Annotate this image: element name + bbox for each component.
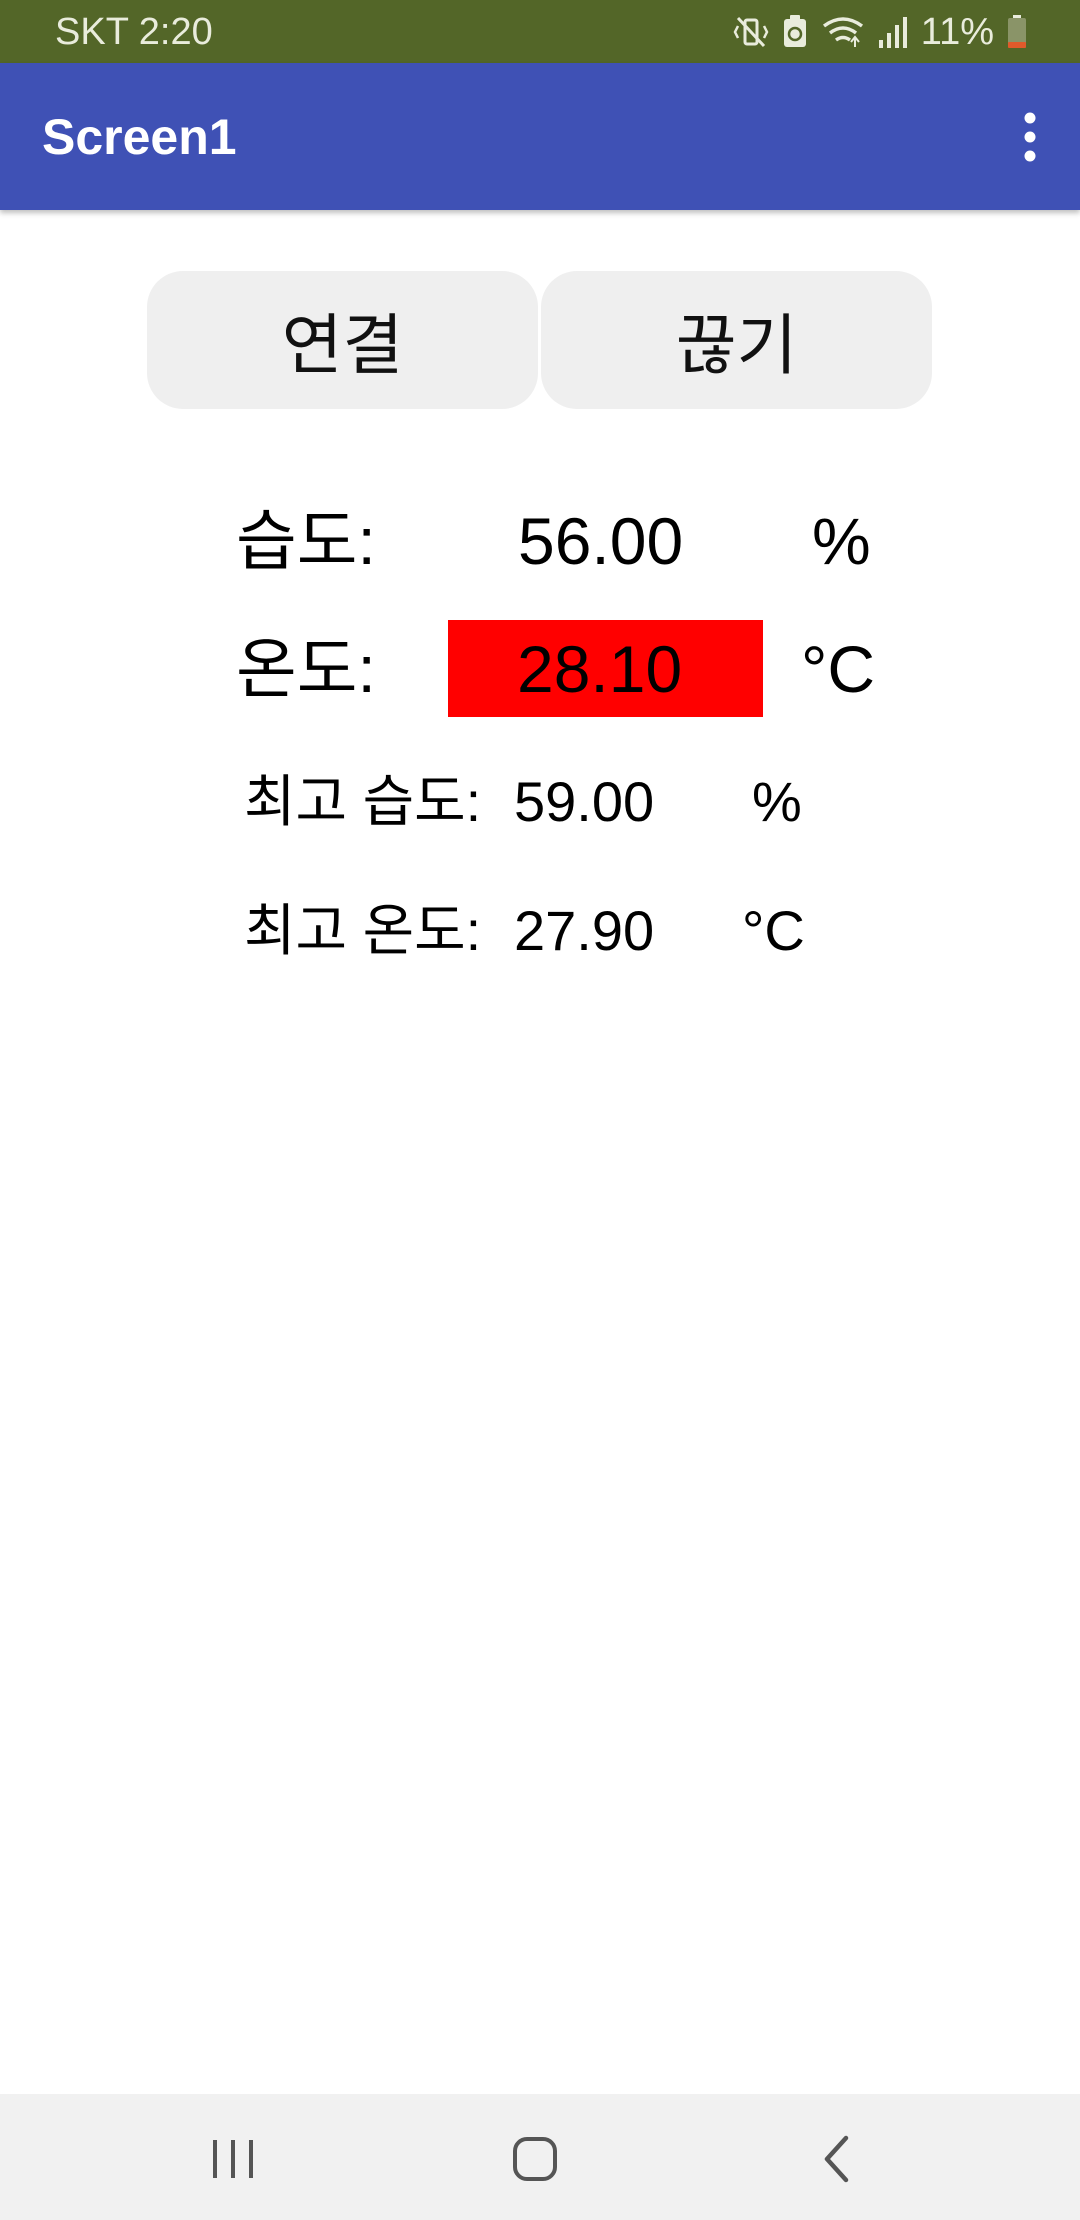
max-temperature-unit: °C — [742, 899, 805, 962]
battery-percent: 11% — [920, 11, 994, 53]
recents-icon[interactable] — [198, 2124, 268, 2194]
battery-icon — [1006, 14, 1028, 50]
max-humidity-value: 59.00 — [514, 770, 655, 833]
wifi-icon — [821, 14, 865, 50]
overflow-menu-icon[interactable] — [1010, 109, 1050, 165]
connect-button[interactable]: 연결 — [147, 271, 538, 409]
carrier-time: SKT 2:20 — [55, 11, 213, 53]
humidity-value: 56.00 — [518, 504, 684, 578]
temperature-unit: °C — [801, 632, 876, 706]
max-temperature-value: 27.90 — [514, 899, 655, 962]
max-humidity-unit: % — [752, 770, 802, 833]
back-icon[interactable] — [802, 2124, 872, 2194]
temperature-value: 28.10 — [517, 632, 683, 706]
max-humidity-label: 최고 습도: — [244, 770, 482, 833]
humidity-unit: % — [812, 504, 871, 578]
home-icon[interactable] — [500, 2124, 570, 2194]
disconnect-button[interactable]: 끊기 — [541, 271, 932, 409]
max-temperature-label: 최고 온도: — [244, 899, 482, 962]
navigation-bar — [0, 2094, 1080, 2220]
battery-saver-icon — [781, 14, 809, 50]
vibrate-mute-icon — [733, 14, 769, 50]
app-bar: Screen1 — [0, 63, 1080, 210]
app-title: Screen1 — [42, 109, 237, 165]
signal-icon — [877, 14, 909, 50]
status-icons: 11% — [733, 8, 1028, 56]
temperature-label: 온도: — [236, 632, 376, 706]
humidity-label: 습도: — [236, 504, 376, 578]
status-bar: SKT 2:20 11% — [0, 0, 1080, 63]
app-screen: SKT 2:20 11% Screen1 연결 끊기 습도: 56.00 % 온… — [0, 0, 1080, 2220]
